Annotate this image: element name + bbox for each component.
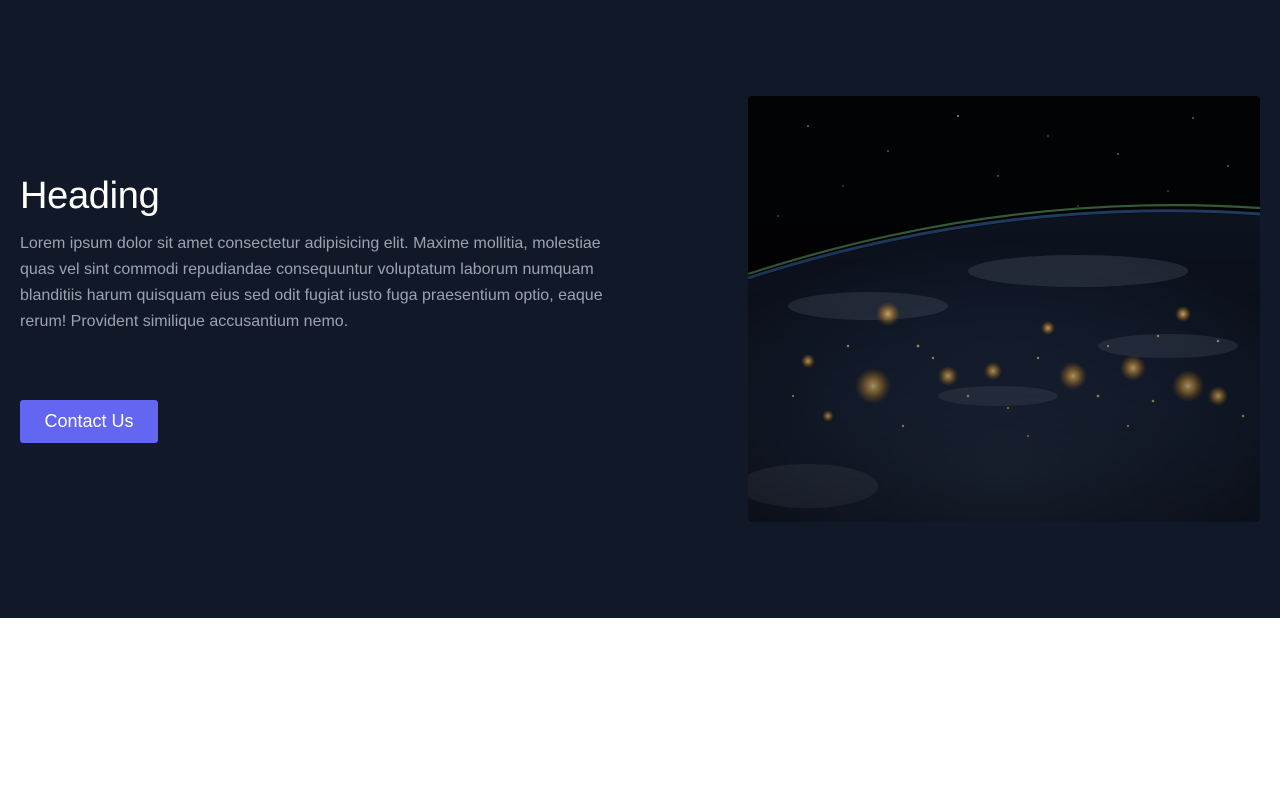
content-section	[0, 618, 1280, 800]
hero-section: Heading Lorem ipsum dolor sit amet conse…	[0, 0, 1280, 618]
earth-at-night-image	[748, 96, 1260, 522]
hero-text-block: Heading Lorem ipsum dolor sit amet conse…	[20, 172, 630, 335]
hero-heading: Heading	[20, 175, 160, 217]
contact-us-button[interactable]: Contact Us	[20, 400, 158, 443]
hero-description: Lorem ipsum dolor sit amet consectetur a…	[20, 235, 603, 330]
